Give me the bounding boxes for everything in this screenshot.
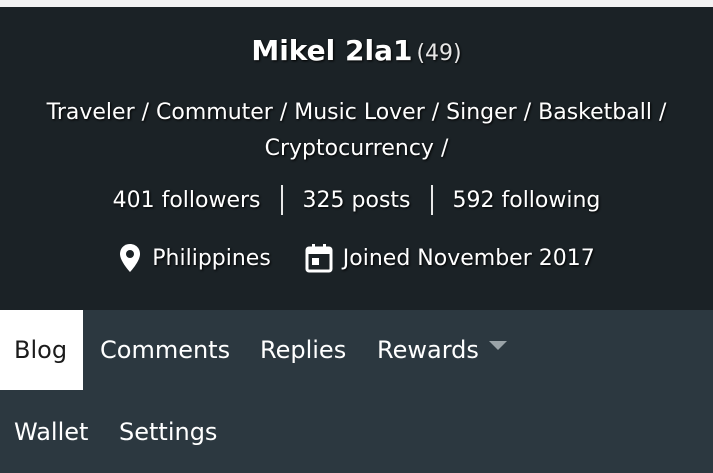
profile-bio: Traveler / Commuter / Music Lover / Sing… [40,95,673,167]
top-strip [0,0,713,7]
posts-count: 325 posts [302,187,411,213]
bio-line-2: Cryptocurrency / [264,136,449,161]
location-text: Philippines [152,245,271,271]
profile-meta: Philippines Joined November 2017 [0,243,713,273]
tab-replies[interactable]: Replies [260,310,346,390]
tab-wallet[interactable]: Wallet [14,392,88,472]
profile-header: Mikel 2la1 (49) Traveler / Commuter / Mus… [0,7,713,310]
following-link[interactable]: 592 following [433,188,621,213]
followers-link[interactable]: 401 followers [93,188,281,213]
tab-blog-label: Blog [14,336,68,364]
tab-rewards[interactable]: Rewards [377,310,507,390]
caret-down-icon [488,340,507,350]
tab-comments[interactable]: Comments [100,310,230,390]
bio-line-1: Traveler / Commuter / Music Lover / Sing… [46,100,667,125]
location: Philippines [118,243,271,273]
tab-replies-label: Replies [260,336,347,364]
tab-blog[interactable]: Blog [0,310,83,390]
tab-settings-label: Settings [119,418,218,446]
tab-settings[interactable]: Settings [119,392,217,472]
tab-wallet-label: Wallet [14,418,89,446]
profile-name-line: Mikel 2la1 (49) [0,34,713,67]
join-date: Joined November 2017 [305,243,595,273]
tab-comments-label: Comments [100,336,231,364]
profile-name: Mikel 2la1 [251,34,413,67]
tab-rewards-label: Rewards [377,336,479,364]
profile-stats: 401 followers 325 posts 592 following [0,185,713,215]
map-pin-icon [120,244,141,272]
join-date-text: Joined November 2017 [342,245,595,271]
calendar-icon [305,244,333,273]
reputation-score: (49) [416,41,462,66]
profile-nav: Blog Comments Replies Rewards Wallet Set… [0,310,713,473]
